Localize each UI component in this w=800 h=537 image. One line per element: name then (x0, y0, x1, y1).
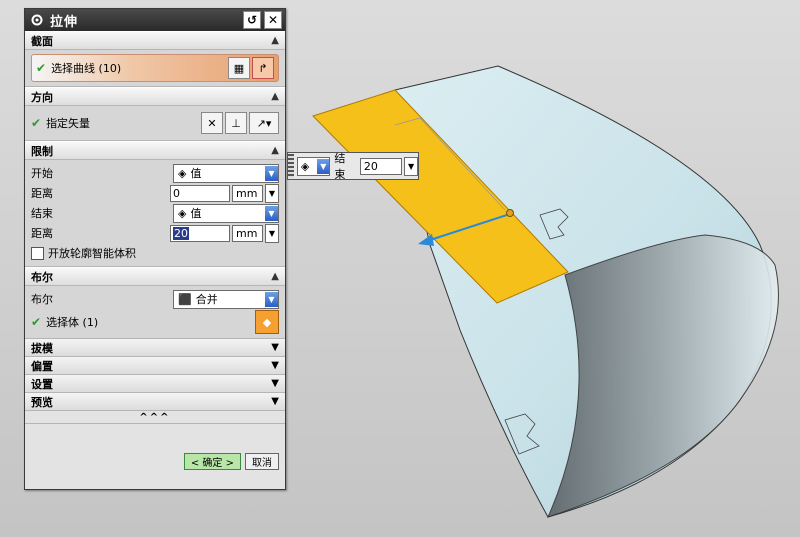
body-icon[interactable]: ◆ (255, 310, 279, 334)
start-options-icon[interactable]: ▼ (265, 183, 279, 203)
drag-grip[interactable] (288, 154, 294, 178)
reset-icon[interactable]: ↺ (243, 11, 261, 29)
cube-icon: ◈ (178, 166, 187, 180)
dialog-title: 拉伸 (50, 14, 79, 30)
dialog-footer: < 确定 > 取消 (25, 445, 285, 489)
popup-value-input[interactable]: 20 (359, 157, 403, 175)
chevron-down-icon[interactable]: ▼ (265, 205, 278, 221)
expand-icon[interactable]: ▼ (271, 378, 279, 389)
reverse-direction-icon[interactable]: ✕ (201, 112, 223, 134)
vector-arrowhead (418, 234, 434, 246)
section-header-offset[interactable]: 偏置 ▼ (25, 357, 285, 375)
inner-surface (547, 234, 779, 518)
expand-icon[interactable]: ▼ (271, 360, 279, 371)
popup-label: 结束 (334, 152, 346, 181)
end-type-select[interactable]: ◈ 值 ▼ (173, 203, 279, 223)
more-options-toggle[interactable]: ^^^ (25, 411, 285, 424)
open-profile-checkbox[interactable] (31, 246, 44, 260)
cube-icon: ◈ (300, 159, 310, 173)
collapse-icon[interactable]: ▲ (271, 271, 279, 282)
specify-vector-label: 指定矢量 (46, 117, 91, 130)
unite-icon: ⬛ (178, 292, 192, 306)
check-icon: ✔ (31, 116, 42, 130)
section-header-settings[interactable]: 设置 ▼ (25, 375, 285, 393)
chevron-down-icon[interactable]: ▼ (317, 158, 330, 174)
select-curve-row[interactable]: ✔ 选择曲线 (10) ▦ ↱ (31, 54, 279, 82)
section-header-preview[interactable]: 预览 ▼ (25, 393, 285, 411)
vector-dialog-icon[interactable]: ⊥ (225, 112, 247, 134)
end-options-icon[interactable]: ▼ (265, 223, 279, 243)
start-type-select[interactable]: ◈ 值 ▼ (173, 163, 279, 183)
expand-icon[interactable]: ▼ (271, 342, 279, 353)
start-unit: mm (232, 184, 263, 202)
end-label: 结束 (31, 207, 53, 220)
collapse-icon[interactable]: ▲ (271, 35, 279, 46)
end-distance-input[interactable]: 20 (170, 224, 230, 242)
section-body-boolean: 布尔 ⬛ 合并 ▼ ✔ 选择体 (1) ◆ (25, 286, 285, 339)
section-header-boolean[interactable]: 布尔 ▲ (25, 267, 285, 286)
section-header-draft[interactable]: 拔模 ▼ (25, 339, 285, 357)
vector-icon[interactable]: ↗▾ (249, 112, 279, 134)
close-icon[interactable]: ✕ (264, 11, 282, 29)
sketch-icon[interactable]: ▦ (228, 57, 250, 79)
boolean-select[interactable]: ⬛ 合并 ▼ (173, 289, 279, 309)
select-curve-label: 选择曲线 (10) (51, 62, 122, 75)
ok-button[interactable]: < 确定 > (183, 453, 241, 470)
section-body-limits: 开始 ◈ 值 ▼ 距离 0 mm ▼ 结束 ◈ 值 ▼ 距离 20 mm ▼ 开… (25, 160, 285, 267)
expand-icon[interactable]: ▼ (271, 396, 279, 407)
dialog-titlebar[interactable]: 拉伸 ↺ ✕ (25, 9, 285, 31)
check-icon: ✔ (31, 315, 42, 329)
collapse-icon[interactable]: ▲ (271, 145, 279, 156)
start-distance-label: 距离 (31, 187, 53, 200)
cancel-button[interactable]: 取消 (245, 453, 279, 470)
cube-icon: ◈ (178, 206, 187, 220)
select-body-label: 选择体 (1) (46, 316, 99, 329)
section-header-limits[interactable]: 限制 ▲ (25, 141, 285, 160)
open-profile-label: 开放轮廓智能体积 (48, 247, 136, 260)
section-body-direction: ✔ 指定矢量 ✕ ⊥ ↗▾ (25, 106, 285, 141)
gear-icon[interactable] (28, 11, 46, 29)
section-header-direction[interactable]: 方向 ▲ (25, 87, 285, 106)
popup-type-select[interactable]: ◈ ▼ (296, 156, 331, 176)
chevron-down-icon[interactable]: ▼ (265, 165, 278, 181)
chevron-down-icon[interactable]: ▼ (265, 291, 278, 307)
curve-icon[interactable]: ↱ (252, 57, 274, 79)
popup-options-icon[interactable]: ▼ (404, 156, 418, 176)
drag-handle[interactable] (506, 209, 514, 217)
boolean-label: 布尔 (31, 293, 53, 306)
start-distance-input[interactable]: 0 (170, 184, 230, 202)
end-distance-label: 距离 (31, 227, 53, 240)
collapse-icon[interactable]: ▲ (271, 91, 279, 102)
check-icon: ✔ (36, 61, 47, 75)
onscreen-input-popup: ◈ ▼ 结束 20 ▼ (287, 152, 419, 181)
extrude-dialog: 拉伸 ↺ ✕ 截面 ▲ ✔ 选择曲线 (10) ▦ ↱ 方向 ▲ ✔ 指定矢量 … (24, 8, 286, 490)
section-header-section[interactable]: 截面 ▲ (25, 31, 285, 50)
start-label: 开始 (31, 167, 53, 180)
end-unit: mm (232, 224, 263, 242)
section-body-section: ✔ 选择曲线 (10) ▦ ↱ (25, 50, 285, 87)
